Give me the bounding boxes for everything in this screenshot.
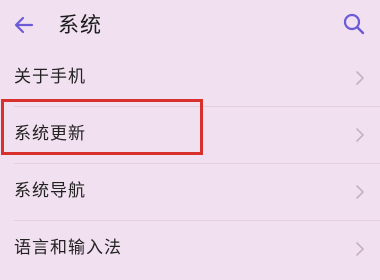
chevron-right-icon [356,242,364,256]
page-title: 系统 [58,13,102,37]
settings-item-label: 关于手机 [14,67,86,87]
settings-item-system-update[interactable]: 系统更新 [0,107,380,164]
back-arrow-icon[interactable] [12,13,36,37]
settings-item-label: 系统更新 [14,124,86,144]
chevron-right-icon [356,128,364,142]
settings-item-language-input[interactable]: 语言和输入法 [0,221,380,278]
search-icon[interactable] [342,12,366,36]
chevron-right-icon [356,185,364,199]
top-bar: 系统 [0,0,380,50]
settings-item-about-phone[interactable]: 关于手机 [0,50,380,107]
settings-item-label: 系统导航 [14,181,86,201]
settings-item-system-navigation[interactable]: 系统导航 [0,164,380,221]
settings-list: 关于手机 系统更新 系统导航 语言和输入法 [0,50,380,278]
chevron-right-icon [356,71,364,85]
settings-item-label: 语言和输入法 [14,238,122,258]
